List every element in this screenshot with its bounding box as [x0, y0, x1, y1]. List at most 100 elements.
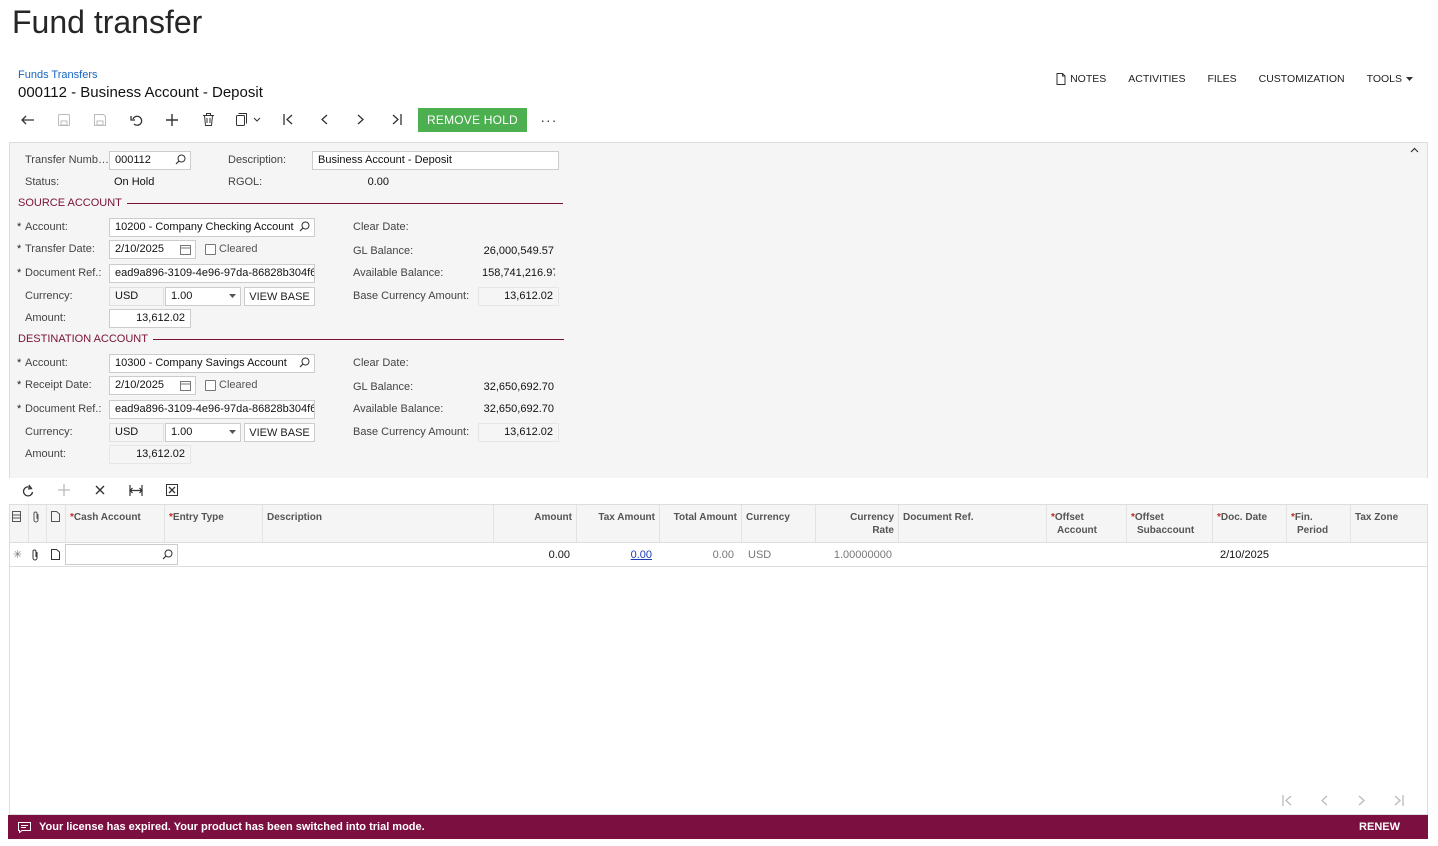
destination-view-base-button[interactable]: VIEW BASE	[244, 423, 315, 442]
paperclip-icon[interactable]	[31, 549, 40, 561]
column-currency[interactable]: Currency	[742, 505, 816, 542]
grid-pager	[1269, 795, 1417, 806]
source-document-ref-input[interactable]: ead9a896-3109-4e96-97da-86828b304f6	[109, 264, 315, 283]
column-offset-account[interactable]: *Offset Account	[1047, 505, 1127, 542]
fit-columns-button[interactable]	[118, 484, 154, 496]
column-currency-rate[interactable]: Currency Rate	[816, 505, 899, 542]
transfer-date-input[interactable]: 2/10/2025	[109, 240, 196, 259]
add-row-button[interactable]	[46, 484, 82, 496]
row-tax-amount-link[interactable]: 0.00	[577, 549, 652, 561]
previous-record-button[interactable]	[306, 108, 342, 132]
source-view-base-button[interactable]: VIEW BASE	[244, 287, 315, 306]
close-icon	[95, 485, 105, 495]
document-title: 000112 - Business Account - Deposit	[18, 84, 263, 101]
column-tax-zone[interactable]: Tax Zone	[1351, 505, 1427, 542]
column-offset-subaccount[interactable]: *Offset Subaccount	[1127, 505, 1213, 542]
destination-cleared-checkbox[interactable]: Cleared	[205, 379, 258, 391]
source-currency-label: Currency:	[25, 290, 73, 302]
back-arrow-icon	[21, 115, 34, 124]
files-link[interactable]: FILES	[1196, 72, 1247, 86]
add-button[interactable]	[154, 108, 190, 132]
remove-hold-button[interactable]: REMOVE HOLD	[418, 107, 527, 132]
transfer-number-input[interactable]: 000112	[109, 151, 191, 170]
search-icon[interactable]	[162, 549, 173, 560]
cash-account-input[interactable]	[65, 544, 178, 565]
chevron-up-icon[interactable]	[1410, 147, 1419, 153]
note-icon[interactable]	[51, 549, 60, 560]
destination-rate-select[interactable]: 1.00	[165, 423, 241, 442]
breadcrumb[interactable]: Funds Transfers	[18, 69, 97, 81]
save-close-button[interactable]	[46, 108, 82, 132]
next-record-button[interactable]	[342, 108, 378, 132]
column-doc-date[interactable]: *Doc. Date	[1213, 505, 1287, 542]
column-cash-account[interactable]: *Cash Account	[66, 505, 165, 542]
column-label: Rate	[872, 525, 894, 536]
save-close-icon	[58, 113, 70, 126]
renew-button[interactable]: RENEW	[1359, 821, 1400, 833]
refresh-icon	[22, 484, 34, 496]
calendar-icon[interactable]	[180, 380, 191, 391]
refresh-button[interactable]	[10, 484, 46, 497]
receipt-date-input[interactable]: 2/10/2025	[109, 376, 196, 395]
search-icon[interactable]	[299, 357, 310, 368]
column-amount[interactable]: Amount	[494, 505, 577, 542]
next-page-button[interactable]	[1343, 795, 1380, 806]
checkbox-box[interactable]	[205, 379, 216, 391]
column-description[interactable]: Description	[263, 505, 494, 542]
attachment-header	[29, 505, 47, 542]
row-selector-header[interactable]	[10, 505, 29, 542]
source-available-balance-label: Available Balance:	[353, 267, 444, 279]
search-icon[interactable]	[175, 154, 186, 165]
checkbox-box[interactable]	[205, 243, 216, 255]
transfer-date-value: 2/10/2025	[115, 243, 164, 255]
source-account-section: SOURCE ACCOUNT	[18, 197, 563, 209]
back-button[interactable]	[10, 108, 46, 132]
message-icon	[18, 821, 31, 833]
export-excel-button[interactable]	[154, 484, 190, 496]
source-cleared-checkbox[interactable]: Cleared	[205, 243, 258, 255]
description-input[interactable]: Business Account - Deposit	[312, 151, 559, 170]
column-fin-period[interactable]: *Fin. Period	[1287, 505, 1351, 542]
caret-down-icon	[229, 430, 236, 434]
customization-link[interactable]: CUSTOMIZATION	[1248, 72, 1356, 86]
first-page-button[interactable]	[1269, 795, 1306, 806]
status-label: Status:	[25, 176, 60, 188]
delete-row-button[interactable]	[82, 485, 118, 495]
destination-document-ref-label: Document Ref.:	[17, 403, 101, 415]
undo-button[interactable]	[118, 108, 154, 132]
chevron-right-icon	[1358, 795, 1365, 806]
row-currency-rate: 1.00000000	[833, 549, 892, 561]
activities-link[interactable]: ACTIVITIES	[1117, 72, 1196, 86]
notes-link[interactable]: NOTES	[1045, 72, 1117, 86]
copy-paste-menu[interactable]	[226, 108, 270, 132]
destination-account-value: 10300 - Company Savings Account	[115, 357, 287, 369]
column-total-amount[interactable]: Total Amount	[660, 505, 742, 542]
new-row-indicator: ✳	[13, 549, 23, 561]
destination-account-input[interactable]: 10300 - Company Savings Account	[109, 354, 315, 373]
destination-document-ref-input[interactable]: ead9a896-3109-4e96-97da-86828b304f6	[109, 400, 315, 419]
grid-toolbar	[10, 480, 190, 500]
column-document-ref[interactable]: Document Ref.	[899, 505, 1047, 542]
search-icon[interactable]	[299, 221, 310, 232]
destination-currency-label: Currency:	[25, 426, 73, 438]
source-amount-input[interactable]: 13,612.02	[109, 309, 191, 328]
source-account-input[interactable]: 10200 - Company Checking Account	[109, 218, 315, 237]
source-rate-select[interactable]: 1.00	[165, 287, 241, 306]
first-record-button[interactable]	[270, 108, 306, 132]
column-entry-type[interactable]: *Entry Type	[165, 505, 263, 542]
column-tax-amount[interactable]: Tax Amount	[577, 505, 660, 542]
calendar-icon[interactable]	[180, 244, 191, 255]
more-actions-button[interactable]: ···	[531, 108, 567, 132]
last-page-button[interactable]	[1380, 795, 1417, 806]
column-label: Cash Account	[73, 512, 141, 523]
paperclip-icon	[33, 511, 39, 523]
row-amount: 0.00	[548, 549, 570, 561]
destination-rate-value: 1.00	[171, 426, 193, 438]
last-record-button[interactable]	[378, 108, 414, 132]
row-doc-date[interactable]: 2/10/2025	[1220, 549, 1269, 561]
save-button[interactable]	[82, 108, 118, 132]
table-row[interactable]: ✳ 0.00 0.00 0.00 USD 1.00000000 2/10/202…	[10, 543, 1427, 567]
tools-menu[interactable]: TOOLS	[1356, 72, 1424, 86]
delete-button[interactable]	[190, 108, 226, 132]
previous-page-button[interactable]	[1306, 795, 1343, 806]
